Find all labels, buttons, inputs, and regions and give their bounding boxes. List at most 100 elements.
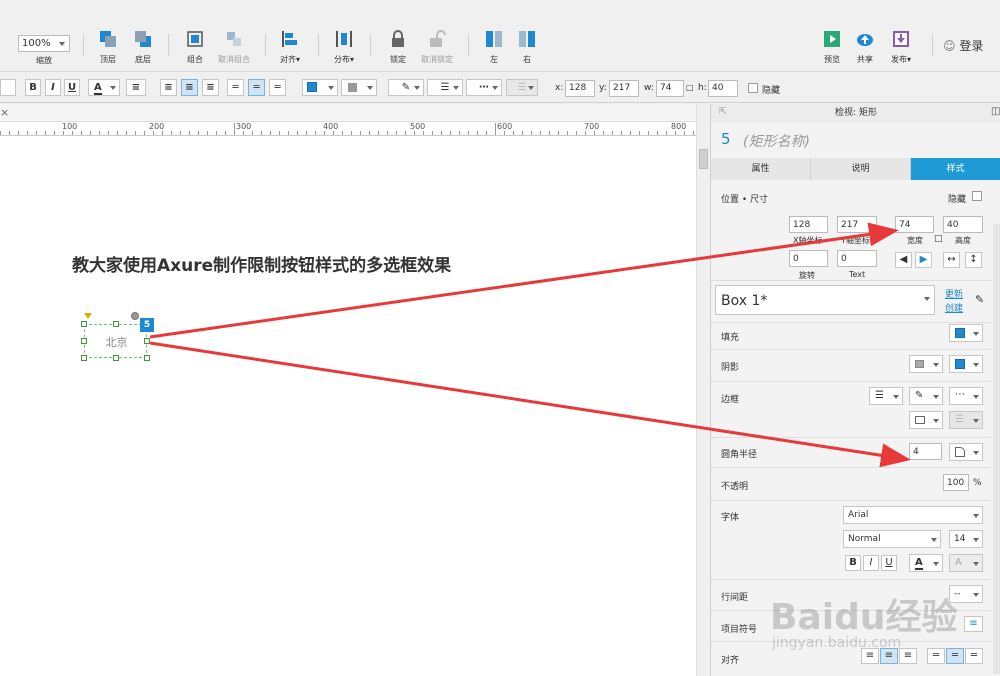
checkbox-widget-beijing[interactable]: 北京 <box>81 321 150 361</box>
x-input[interactable]: 128 <box>565 80 595 97</box>
width-input[interactable]: 74 <box>895 216 934 233</box>
outer-shadow-picker[interactable] <box>909 355 943 373</box>
hidden-checkbox[interactable] <box>748 83 758 93</box>
right-panel-button[interactable]: 右 <box>505 30 549 65</box>
text-valign-bottom-button[interactable]: ═ <box>965 648 983 664</box>
scrollbar-thumb[interactable] <box>699 149 708 169</box>
align-icon <box>282 31 297 47</box>
resize-handle[interactable] <box>113 321 119 327</box>
login-button[interactable]: ☺ 登录 <box>943 37 983 54</box>
resize-handle[interactable] <box>144 355 150 361</box>
underline-button[interactable]: U <box>881 555 897 571</box>
group-button[interactable]: 组合 <box>173 30 217 65</box>
arrow-style-button[interactable]: ☰ <box>506 79 538 96</box>
lock-button[interactable]: 锁定 <box>376 30 420 65</box>
arrow-style-picker[interactable]: ☰ <box>949 411 983 429</box>
ruler-tick <box>459 131 460 135</box>
text-shadow-picker[interactable]: A <box>949 554 983 572</box>
rotation-input[interactable]: 0 <box>789 250 828 267</box>
border-width-button[interactable]: ☰ <box>427 79 463 96</box>
resize-handle[interactable] <box>113 355 119 361</box>
lock-ratio-icon[interactable]: □ <box>686 83 694 92</box>
h-input[interactable]: 40 <box>708 80 738 97</box>
tab-properties[interactable]: 属性 <box>711 158 811 180</box>
auto-fit-height-button[interactable]: ↕ <box>965 252 982 268</box>
align-middle-button[interactable]: ═ <box>248 79 265 96</box>
border-style-button[interactable]: ⋯ <box>466 79 502 96</box>
underline-button[interactable]: U <box>64 79 80 96</box>
bold-button[interactable]: B <box>25 79 41 96</box>
resize-handle[interactable] <box>81 355 87 361</box>
corner-type-picker[interactable] <box>949 443 983 461</box>
fill-color-picker[interactable] <box>949 324 983 342</box>
italic-button[interactable]: I <box>863 555 879 571</box>
resize-handle[interactable] <box>81 338 87 344</box>
widget-name-input[interactable]: (矩形名称) <box>743 131 810 151</box>
unlock-button[interactable]: 取消锁定 <box>415 30 459 65</box>
x-coordinate-input[interactable]: 128 <box>789 216 828 233</box>
tab-style[interactable]: 样式 <box>911 158 1000 180</box>
send-to-back-button[interactable]: 底层 <box>121 30 165 65</box>
border-color-button[interactable]: ✎ <box>388 79 424 96</box>
main-toolbar: 100% 缩放 顶层 底层 组合 取消组合 对齐▾ 分布▾ 锁定 取消锁定 左 <box>0 0 1000 72</box>
height-input[interactable]: 40 <box>943 216 983 233</box>
opacity-input[interactable]: 100 <box>943 474 969 491</box>
hidden-checkbox[interactable] <box>972 191 982 201</box>
font-color-button[interactable]: A <box>88 79 120 96</box>
font-size-select[interactable]: 14 <box>949 530 983 548</box>
text-rotation-input[interactable]: 0 <box>837 250 877 267</box>
font-family-select[interactable]: Arial <box>843 506 983 524</box>
ungroup-button[interactable]: 取消组合 <box>212 30 256 65</box>
y-coordinate-input[interactable]: 217 <box>837 216 877 233</box>
text-align-right-button[interactable]: ≡ <box>899 648 917 664</box>
style-select[interactable]: Box 1* <box>715 285 935 315</box>
w-label: w: <box>644 83 654 93</box>
lock-aspect-icon[interactable]: □ <box>934 234 943 244</box>
y-input[interactable]: 217 <box>609 80 639 97</box>
pin-icon[interactable]: ⇱ <box>719 107 727 117</box>
create-style-link[interactable]: 创建 <box>945 301 963 314</box>
text-valign-middle-button[interactable]: ═ <box>946 648 964 664</box>
text-valign-top-button[interactable]: ═ <box>927 648 945 664</box>
resize-handle[interactable] <box>81 321 87 327</box>
align-right-button[interactable]: ≡ <box>202 79 219 96</box>
design-canvas[interactable] <box>0 104 696 676</box>
auto-fit-width-button[interactable]: ↔ <box>943 252 960 268</box>
bold-button[interactable]: B <box>845 555 861 571</box>
bullet-list-button[interactable]: ≡ <box>126 79 146 96</box>
font-color-picker[interactable]: A <box>909 554 943 572</box>
rotate-handle[interactable] <box>131 312 139 320</box>
corner-radius-input[interactable]: 4 <box>909 443 942 460</box>
tab-label: 样式 <box>946 164 965 174</box>
w-input[interactable]: 74 <box>656 80 684 97</box>
align-center-button[interactable]: ≡ <box>181 79 198 96</box>
close-tab-icon[interactable]: × <box>0 106 9 119</box>
border-visibility-picker[interactable] <box>909 411 943 429</box>
align-left-button[interactable]: ≡ <box>160 79 177 96</box>
vertical-scrollbar[interactable] <box>696 104 710 676</box>
resize-handle[interactable] <box>144 338 150 344</box>
italic-button[interactable]: I <box>45 79 61 96</box>
export-icon[interactable]: ◫ <box>991 106 1000 117</box>
font-dropdown-stub[interactable] <box>0 79 16 96</box>
align-button[interactable]: 对齐▾ <box>268 30 312 65</box>
border-style-picker[interactable]: ⋯ <box>949 387 983 405</box>
bullet-toggle-button[interactable]: ≡ <box>964 616 983 632</box>
distribute-button[interactable]: 分布▾ <box>322 30 366 65</box>
shadow-button[interactable] <box>341 79 377 96</box>
flip-horizontal-button[interactable]: ◀ <box>895 252 912 268</box>
flip-vertical-button[interactable]: ▶ <box>915 252 932 268</box>
zoom-select[interactable]: 100% <box>18 35 70 52</box>
publish-button[interactable]: 发布▾ <box>879 30 923 65</box>
tab-notes[interactable]: 说明 <box>811 158 911 180</box>
align-bottom-button[interactable]: ═ <box>269 79 286 96</box>
border-width-picker[interactable]: ☰ <box>869 387 903 405</box>
inspector-scrollbar[interactable] <box>993 224 1000 674</box>
font-weight-select[interactable]: Normal <box>843 530 941 548</box>
border-color-picker[interactable]: ✎ <box>909 387 943 405</box>
fill-color-button[interactable] <box>302 79 338 96</box>
align-top-button[interactable]: ═ <box>227 79 244 96</box>
update-style-link[interactable]: 更新 <box>945 287 963 300</box>
edit-style-icon[interactable]: ✎ <box>975 293 984 306</box>
inner-shadow-picker[interactable] <box>949 355 983 373</box>
